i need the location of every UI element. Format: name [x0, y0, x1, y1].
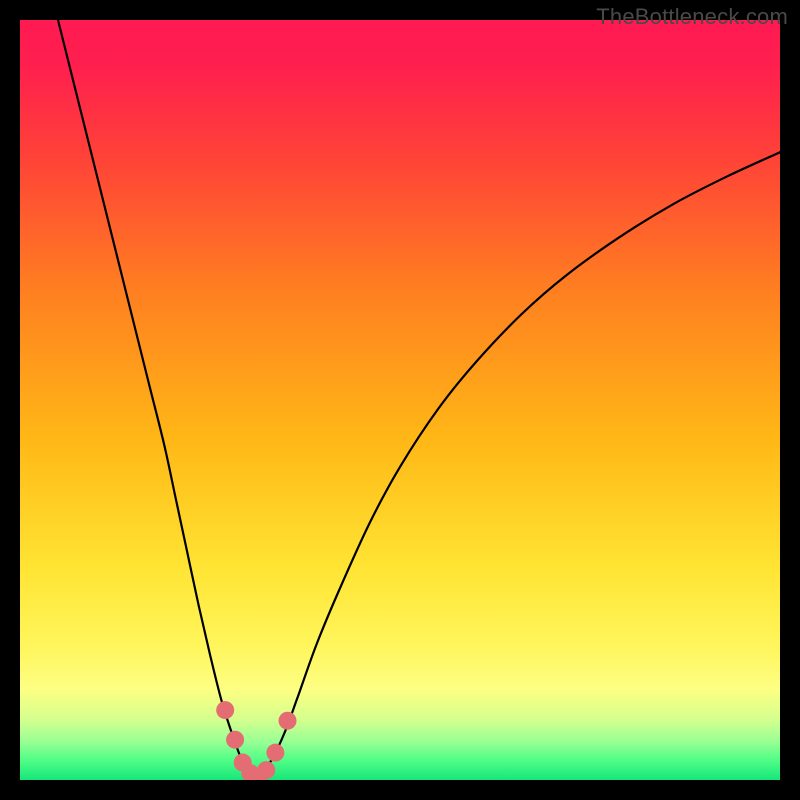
chart-frame: TheBottleneck.com	[0, 0, 800, 800]
marker-dot	[257, 761, 275, 779]
dots-layer	[20, 20, 780, 780]
watermark-text: TheBottleneck.com	[596, 4, 788, 30]
marker-dot	[279, 712, 297, 730]
marker-dot	[226, 731, 244, 749]
plot-area	[20, 20, 780, 780]
marker-dot	[266, 744, 284, 762]
bottleneck-dots	[216, 701, 296, 780]
marker-dot	[216, 701, 234, 719]
